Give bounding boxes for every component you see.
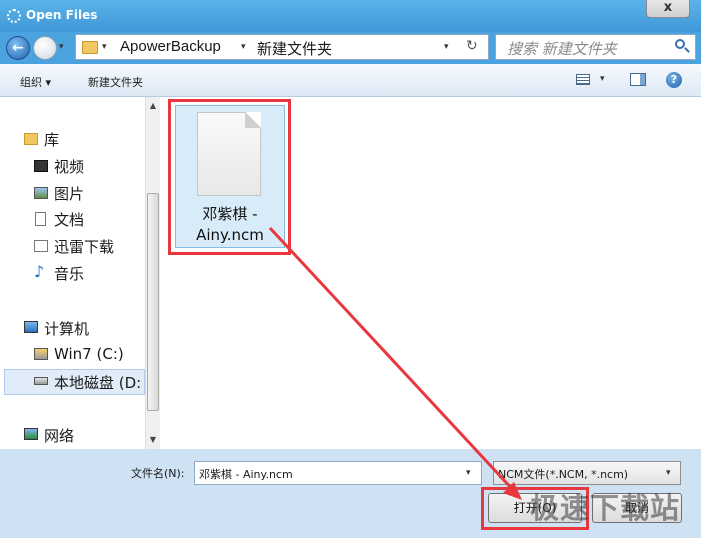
open-files-dialog: Open Files x ← ▾ ▾ ApowerBackup ▾ 新建文件夹 … [0, 0, 701, 538]
annotation-arrow [268, 226, 522, 500]
watermark: 极速下载站 [530, 491, 681, 525]
